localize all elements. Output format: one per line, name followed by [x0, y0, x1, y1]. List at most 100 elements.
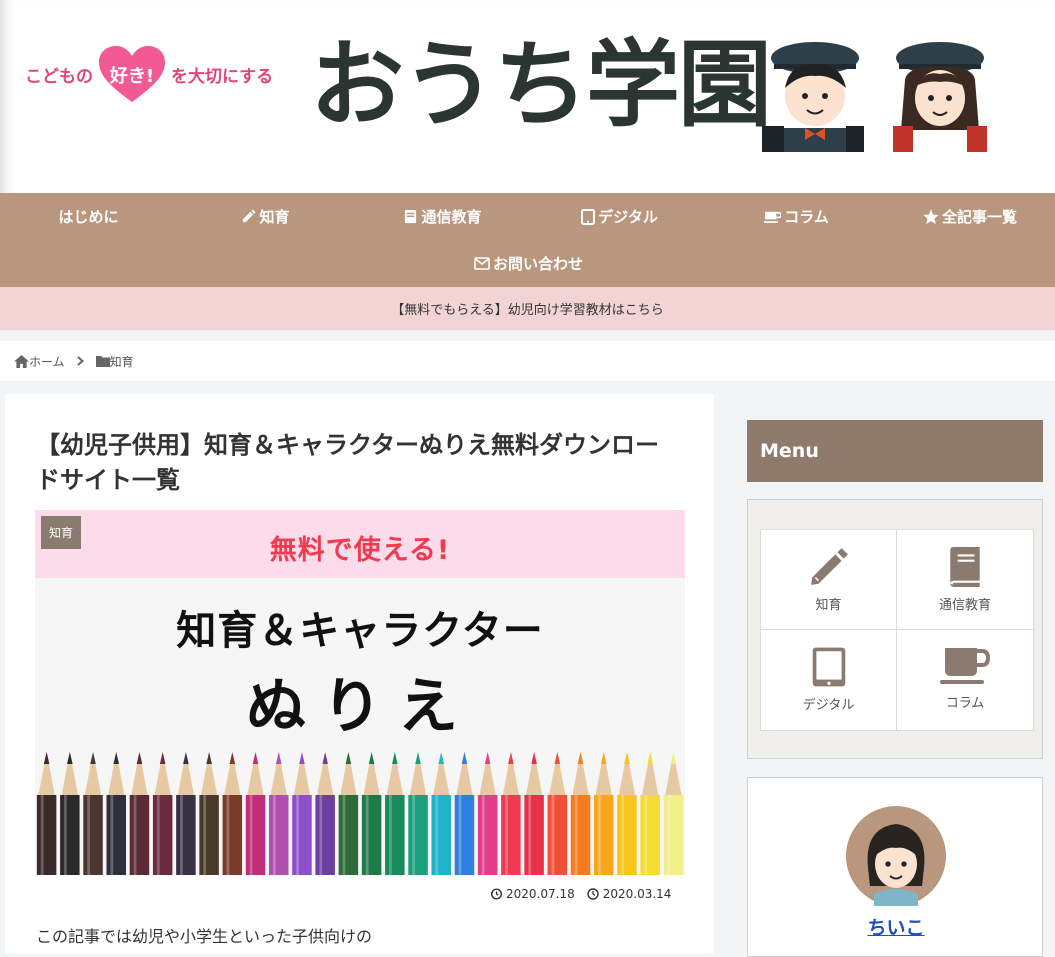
folder-icon: [95, 356, 110, 367]
heart-icon: 好き!: [97, 44, 167, 104]
sidebar-menu-grid: 知育 通信教育 デジタル コラム: [760, 529, 1034, 731]
nav-item-contact[interactable]: お問い合わせ: [440, 240, 617, 287]
colored-pencil: [152, 752, 173, 875]
colored-pencil: [408, 752, 428, 875]
nav-item-hajimeni[interactable]: はじめに: [0, 193, 177, 240]
sidebar-menu-box: 知育 通信教育 デジタル コラム: [747, 499, 1043, 759]
mascot-girl-image: [893, 42, 987, 152]
category-label[interactable]: 知育: [41, 516, 82, 549]
site-header: こどもの 好き! を大切にする おうち学園: [0, 0, 1055, 193]
nav-item-column[interactable]: コラム: [708, 193, 885, 240]
colored-pencil: [222, 752, 243, 875]
colored-pencil: [129, 752, 150, 875]
sidebar-item-label: 知育: [815, 598, 842, 613]
colored-pencil: [269, 752, 289, 875]
star-icon: [923, 209, 939, 224]
breadcrumb-home-label: ホーム: [29, 354, 65, 369]
site-tagline: こどもの 好き! を大切にする: [25, 44, 273, 104]
updated-date: 2020.07.18: [490, 887, 575, 901]
clock-icon: [587, 888, 599, 900]
tablet-icon: [581, 208, 596, 225]
article-title: 【幼児子供用】知育＆キャラクターぬりえ無料ダウンロードサイト一覧: [36, 431, 660, 494]
home-icon: [14, 354, 29, 368]
sidebar-item-column[interactable]: コラム: [897, 630, 1033, 730]
colored-pencil: [36, 752, 57, 875]
updated-date-text: 2020.07.18: [506, 887, 575, 901]
global-nav: はじめに 知育 通信教育 デジタル コラム 全記事一覧 お問い合わせ: [0, 193, 1055, 287]
colored-pencil: [640, 752, 660, 875]
nav-item-chiiku[interactable]: 知育: [177, 193, 354, 240]
colored-pencil: [292, 752, 312, 875]
colored-pencil: [547, 752, 568, 875]
colored-pencil: [454, 752, 475, 875]
book-icon: [950, 547, 980, 587]
nav-item-label: 全記事一覧: [941, 208, 1017, 226]
colored-pencil: [245, 752, 266, 875]
chevron-right-icon: [76, 356, 84, 366]
sidebar-item-label: デジタル: [802, 698, 855, 713]
nav-item-label: はじめに: [58, 208, 119, 226]
pencil-icon: [810, 548, 848, 585]
cup-icon: [940, 648, 990, 684]
eyecatch-image: 無料で使える! 知育 知育＆キャラクター ぬりえ: [35, 510, 685, 875]
colored-pencil: [477, 752, 498, 875]
nav-item-label: 通信教育: [421, 208, 482, 226]
sidebar-item-chiiku[interactable]: 知育: [761, 530, 897, 630]
notice-link[interactable]: 【無料でもらえる】幼児向け学習教材はこちら: [391, 299, 664, 318]
colored-pencil: [199, 752, 219, 875]
post-dates: 2020.07.18 2020.03.14: [490, 887, 671, 901]
sidebar-item-tsushin[interactable]: 通信教育: [897, 530, 1033, 630]
profile-widget: ちいこ: [747, 777, 1043, 957]
colored-pencil: [570, 752, 591, 875]
breadcrumb-home[interactable]: ホーム: [14, 353, 65, 370]
sidebar-menu-title: Menu: [747, 420, 1043, 482]
profile-name-link[interactable]: ちいこ: [748, 913, 1044, 940]
nav-item-label: コラム: [784, 208, 829, 226]
sidebar-item-label: 通信教育: [938, 598, 991, 613]
nav-item-digital[interactable]: デジタル: [531, 193, 708, 240]
pencil-icon: [243, 209, 257, 223]
nav-item-all-articles[interactable]: 全記事一覧: [885, 193, 1055, 240]
mail-icon: [474, 257, 490, 270]
colored-pencil: [431, 752, 451, 875]
sidebar-menu-title-text: Menu: [760, 440, 819, 462]
colored-pencil: [361, 752, 382, 875]
colored-pencil: [617, 752, 637, 875]
colored-pencil: [501, 752, 521, 875]
published-date: 2020.03.14: [587, 887, 672, 901]
published-date-text: 2020.03.14: [602, 887, 672, 901]
breadcrumb-category[interactable]: 知育: [95, 353, 134, 370]
book-icon: [405, 209, 417, 224]
sidebar-item-digital[interactable]: デジタル: [761, 630, 897, 730]
colored-pencil: [524, 752, 544, 875]
breadcrumb: ホーム 知育: [0, 341, 1055, 381]
colored-pencil: [176, 752, 196, 875]
site-title[interactable]: おうち学園: [310, 30, 772, 143]
colored-pencil: [338, 752, 359, 875]
mascot-boy-image: [762, 42, 864, 152]
colored-pencil: [106, 752, 126, 875]
tagline-before: こどもの: [25, 66, 93, 87]
sidebar-item-label: コラム: [945, 696, 985, 711]
nav-item-label: デジタル: [598, 208, 658, 226]
eyecatch-headline-2: ぬりえ: [246, 672, 474, 742]
colored-pencils-illustration: [36, 752, 684, 875]
nav-item-label: 知育: [259, 208, 290, 226]
tagline-heart-text: 好き!: [109, 66, 155, 87]
tablet-icon: [812, 647, 845, 687]
colored-pencil: [83, 752, 103, 875]
main-content: 【幼児子供用】知育＆キャラクターぬりえ無料ダウンロードサイト一覧 無料で使える!…: [5, 394, 714, 954]
nav-item-label: お問い合わせ: [492, 255, 583, 273]
colored-pencil: [60, 752, 80, 875]
notice-bar[interactable]: 【無料でもらえる】幼児向け学習教材はこちら: [0, 287, 1055, 330]
colored-pencil: [594, 752, 614, 875]
colored-pencil: [315, 752, 335, 875]
eyecatch-headline-1: 知育＆キャラクター: [176, 608, 544, 654]
colored-pencil: [385, 752, 405, 875]
colored-pencil: [663, 752, 684, 875]
article-intro: この記事では幼児や小学生といった子供向けの: [36, 927, 373, 946]
nav-item-tsushin[interactable]: 通信教育: [354, 193, 531, 240]
breadcrumb-category-label: 知育: [109, 354, 134, 369]
cup-icon: [764, 211, 782, 223]
eyecatch-banner-text: 無料で使える!: [269, 535, 451, 566]
